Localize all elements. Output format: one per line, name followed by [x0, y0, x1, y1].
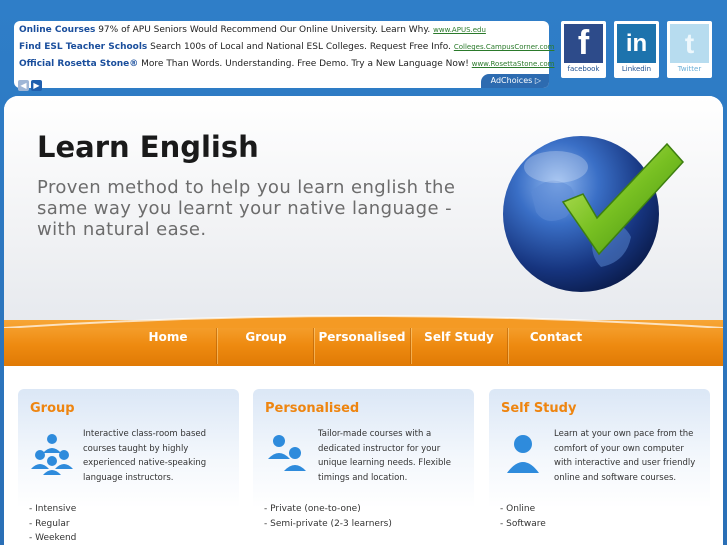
ad-text: More Than Words. Understanding. Free Dem…: [141, 59, 469, 69]
page-title: Learn English: [37, 130, 259, 164]
linkedin-label: Linkedin: [621, 65, 652, 73]
ad-item[interactable]: Find ESL Teacher Schools Search 100s of …: [19, 42, 554, 52]
adchoices-link[interactable]: AdChoices ▷: [480, 74, 549, 88]
ad-title[interactable]: Official Rosetta Stone®: [19, 59, 138, 69]
card-self-study: Self Study Learn at your own pace from t…: [489, 389, 710, 545]
hero-subtitle: Proven method to help you learn english …: [37, 177, 456, 240]
nav-curve: [4, 315, 723, 328]
card-list: - Online - Software: [500, 502, 546, 531]
ad-url[interactable]: www.RosettaStone.com: [472, 60, 555, 68]
list-item: - Weekend: [29, 533, 77, 543]
ad-text: Search 100s of Local and National ESL Co…: [150, 42, 451, 52]
ad-banner: Online Courses 97% of APU Seniors Would …: [14, 21, 554, 91]
list-item: - Software: [500, 518, 546, 529]
facebook-link[interactable]: f facebook: [561, 21, 606, 78]
card-title[interactable]: Personalised: [265, 401, 359, 416]
card-personalised: Personalised Tailor-made courses with a …: [253, 389, 474, 545]
ad-title[interactable]: Find ESL Teacher Schools: [19, 42, 147, 52]
two-people-icon: [268, 435, 306, 471]
card-list: - Private (one-to-one) - Semi-private (2…: [264, 502, 392, 531]
facebook-label: facebook: [567, 65, 600, 73]
hero-banner: Learn English Proven method to help you …: [4, 96, 723, 328]
twitter-icon: t: [670, 24, 709, 63]
ad-url[interactable]: www.APUS.edu: [433, 26, 486, 34]
ad-prev-icon[interactable]: ◀: [18, 80, 29, 91]
ad-item[interactable]: Online Courses 97% of APU Seniors Would …: [19, 25, 486, 35]
main-panel: Learn English Proven method to help you …: [4, 96, 723, 545]
single-person-icon: [507, 435, 539, 473]
ad-pager: ◀ ▶: [18, 73, 44, 92]
card-title[interactable]: Self Study: [501, 401, 576, 416]
ad-title[interactable]: Online Courses: [19, 25, 95, 35]
ad-next-icon[interactable]: ▶: [31, 80, 42, 91]
people-group-icon: [31, 434, 73, 475]
linkedin-link[interactable]: in Linkedin: [614, 21, 659, 78]
list-item: - Private (one-to-one): [264, 504, 361, 514]
ad-text: 97% of APU Seniors Would Recommend Our O…: [98, 25, 431, 35]
list-item: - Intensive: [29, 504, 77, 514]
linkedin-icon: in: [617, 24, 656, 63]
card-description: Interactive class-room based courses tau…: [83, 429, 207, 483]
ad-item[interactable]: Official Rosetta Stone® More Than Words.…: [19, 59, 554, 69]
card-description: Learn at your own pace from the comfort …: [554, 429, 696, 483]
ad-url[interactable]: Colleges.CampusCorner.com: [454, 43, 555, 51]
list-item: - Semi-private (2-3 learners): [264, 518, 392, 529]
facebook-icon: f: [564, 24, 603, 63]
globe-checkmark-icon: [501, 132, 691, 292]
twitter-link[interactable]: t Twitter: [667, 21, 712, 78]
card-group: Group Interactive class-room based cours…: [18, 389, 239, 545]
list-item: - Regular: [29, 518, 70, 529]
list-item: - Online: [500, 504, 536, 514]
card-title[interactable]: Group: [30, 401, 75, 416]
twitter-label: Twitter: [677, 65, 702, 73]
card-description: Tailor-made courses with a dedicated ins…: [318, 429, 452, 483]
card-list: - Intensive - Regular - Weekend: [29, 502, 76, 545]
